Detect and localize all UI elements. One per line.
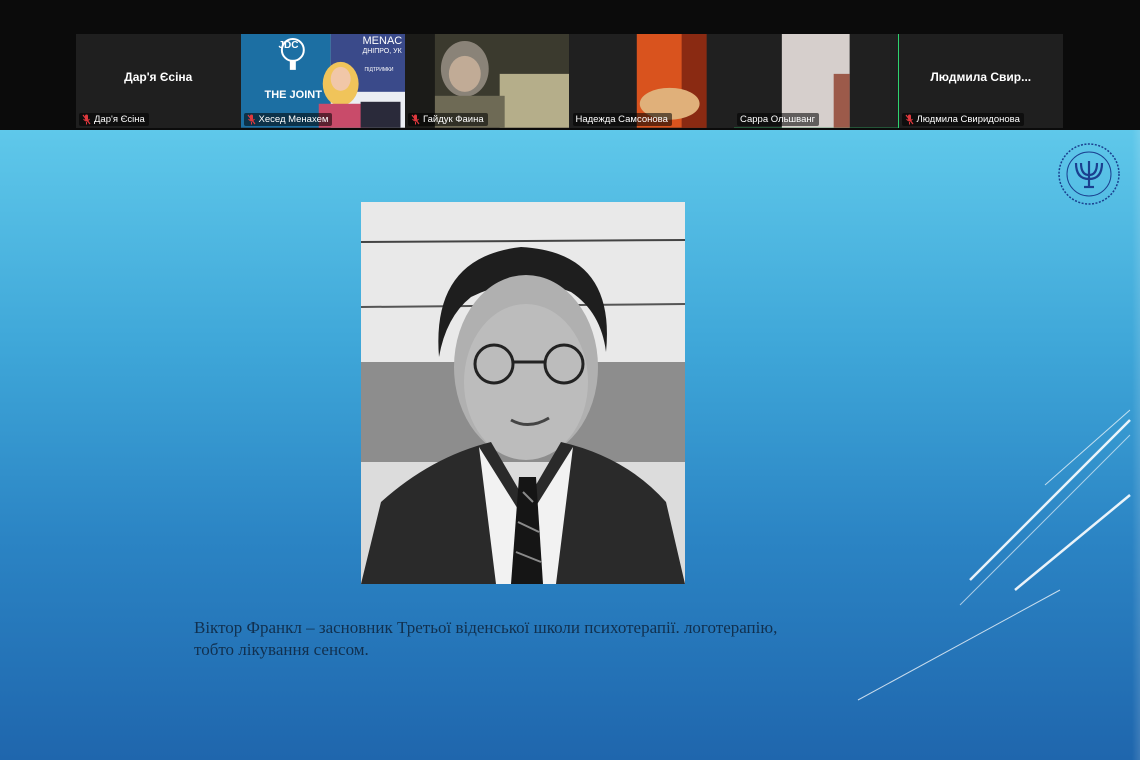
participant-name-label: Людмила Свиридонова xyxy=(901,113,1024,126)
participant-name: Хесед Менахем xyxy=(258,114,329,125)
participant-name: Надежда Самсонова xyxy=(575,114,668,125)
mic-muted-icon xyxy=(905,114,913,125)
slide-caption: Віктор Франкл – засновник Третьої віденс… xyxy=(194,617,854,661)
participant-name-label: Хесед Менахем xyxy=(243,113,333,126)
participant-tile[interactable]: JDC THE JOINT MENAC ДНІПРО, УК ПІДТРИМКИ… xyxy=(240,34,405,128)
jdc-logo-text: JDC xyxy=(278,40,299,51)
banner-small-text: ПІДТРИМКИ xyxy=(364,67,394,73)
caption-line-1: Віктор Франкл – засновник Третьої віденс… xyxy=(194,618,778,637)
participant-name-label: Гайдук Фаина xyxy=(408,113,488,126)
participant-name: Сарра Ольшванг xyxy=(740,114,816,125)
participant-name: Людмила Свиридонова xyxy=(916,114,1020,125)
participant-name: Гайдук Фаина xyxy=(423,114,484,125)
mic-muted-icon xyxy=(247,114,255,125)
participant-name-label: Сарра Ольшванг xyxy=(737,113,820,126)
participant-name: Дар'я Єсіна xyxy=(94,114,145,125)
participant-tile[interactable]: Людмила Свир... Людмила Свиридонова xyxy=(898,34,1063,128)
participant-display-name: Дар'я Єсіна xyxy=(124,70,193,84)
shared-slide: Віктор Франкл – засновник Третьої віденс… xyxy=(0,130,1140,760)
participant-strip: Дар'я Єсіна Дар'я Єсіна JDC THE JOINT ME… xyxy=(76,34,1063,128)
portrait-photo xyxy=(361,202,685,584)
participant-name-label: Надежда Самсонова xyxy=(572,113,672,126)
mic-muted-icon xyxy=(411,114,420,125)
participant-tile-active-speaker[interactable]: Сарра Ольшванг xyxy=(734,34,899,128)
banner-subtext: ДНІПРО, УК xyxy=(362,48,402,55)
participant-tile[interactable]: Дар'я Єсіна Дар'я Єсіна xyxy=(76,34,241,128)
menorah-seal-icon xyxy=(1058,143,1120,205)
participant-display-name: Людмила Свир... xyxy=(930,70,1032,84)
participant-tile[interactable]: Гайдук Фаина xyxy=(405,34,570,128)
caption-line-2: тобто лікування сенсом. xyxy=(194,640,369,659)
participant-name-label: Дар'я Єсіна xyxy=(79,113,149,126)
joint-subtitle: THE JOINT xyxy=(264,89,322,101)
participant-tile[interactable]: Надежда Самсонова xyxy=(569,34,734,128)
mic-muted-icon xyxy=(82,114,91,125)
banner-text: MENAC xyxy=(362,35,403,47)
decorative-lines xyxy=(857,409,1131,701)
